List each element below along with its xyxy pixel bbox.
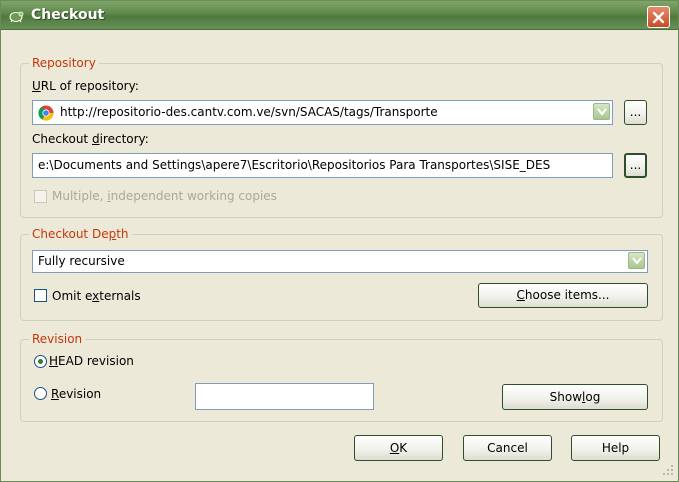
choose-items-button[interactable]: Choose items...	[478, 283, 648, 308]
directory-value: e:\Documents and Settings\apere7\Escrito…	[38, 158, 551, 172]
revision-legend: Revision	[32, 332, 83, 346]
multiple-copies-label: Multiple, independent working copies	[52, 189, 277, 203]
directory-browse-button[interactable]: ...	[624, 153, 647, 178]
tortoisesvn-icon	[8, 8, 24, 24]
help-button[interactable]: Help	[571, 435, 660, 461]
url-label: URL of repository:	[32, 79, 139, 93]
checkout-dialog: Checkout Repository URL of repository: h…	[0, 0, 679, 482]
directory-label: Checkout directory:	[32, 132, 149, 146]
depth-select[interactable]: Fully recursive	[32, 250, 648, 273]
cancel-button[interactable]: Cancel	[463, 435, 552, 461]
chevron-down-icon	[597, 108, 607, 116]
repository-legend: Repository	[32, 56, 96, 70]
omit-externals-checkbox[interactable]	[34, 289, 47, 302]
radio-selected-dot	[38, 359, 43, 364]
url-browse-button[interactable]: ...	[624, 100, 647, 125]
close-button[interactable]	[647, 6, 670, 28]
revision-number-input[interactable]	[195, 383, 374, 410]
chrome-icon	[38, 105, 54, 121]
resize-grip-icon[interactable]	[661, 463, 675, 477]
specific-revision-radio[interactable]	[34, 387, 47, 400]
show-log-button[interactable]: Show log	[502, 384, 648, 410]
depth-value: Fully recursive	[38, 254, 125, 268]
url-dropdown-button[interactable]	[593, 103, 610, 120]
title-bar[interactable]: Checkout	[1, 1, 678, 30]
specific-revision-label: Revision	[51, 387, 102, 401]
window-title: Checkout	[31, 7, 105, 23]
depth-dropdown-button[interactable]	[628, 252, 645, 269]
directory-input[interactable]: e:\Documents and Settings\apere7\Escrito…	[32, 153, 613, 178]
ok-button[interactable]: OK	[354, 435, 443, 461]
url-value: http://repositorio-des.cantv.com.ve/svn/…	[60, 105, 438, 119]
depth-legend: Checkout Depth	[32, 227, 129, 241]
chevron-down-icon	[632, 257, 642, 265]
head-revision-radio[interactable]	[34, 355, 47, 368]
url-combobox[interactable]: http://repositorio-des.cantv.com.ve/svn/…	[32, 100, 613, 125]
head-revision-label: HEAD revision	[49, 354, 134, 368]
multiple-copies-checkbox[interactable]	[34, 190, 47, 203]
omit-externals-label: Omit externals	[52, 289, 141, 303]
close-icon	[652, 11, 665, 24]
